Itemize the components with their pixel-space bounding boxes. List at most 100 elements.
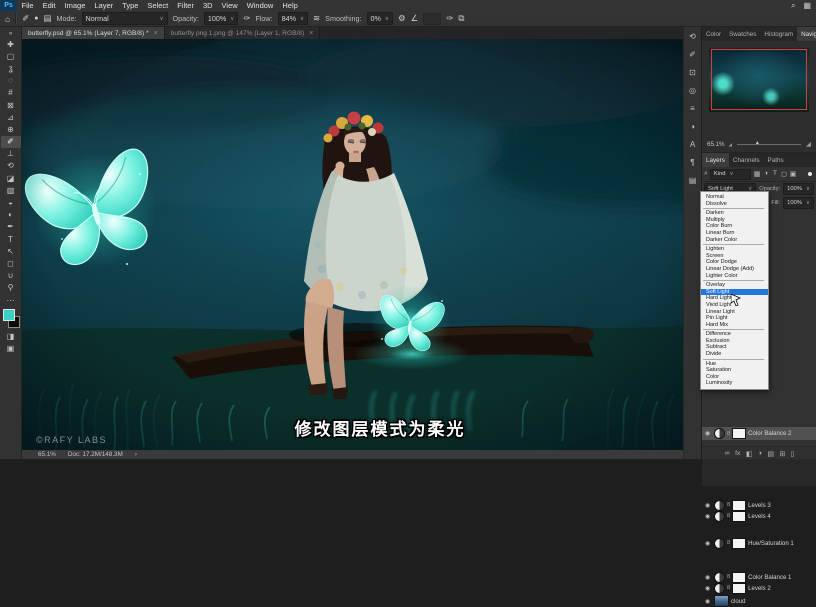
- blend-mode-option[interactable]: Lighter Color: [701, 273, 768, 280]
- blend-mode-option[interactable]: [703, 244, 764, 246]
- brush-preset-picker[interactable]: ●: [34, 15, 38, 22]
- layer-mask-thumbnail[interactable]: [732, 537, 747, 549]
- clone-source-icon[interactable]: ⊡: [686, 67, 700, 78]
- layer-visibility-icon[interactable]: ◉: [705, 574, 712, 581]
- adjustment-layer-icon[interactable]: [714, 510, 725, 522]
- Hue/Saturation 1[interactable]: ◉ 8 Hue/Saturation 1: [702, 537, 816, 549]
- navigator-zoom-value[interactable]: 65.1%: [707, 141, 725, 148]
- symmetry-icon[interactable]: ⧉: [458, 13, 464, 24]
- close-tab-icon[interactable]: ×: [154, 30, 158, 37]
- adjustment-layer-icon[interactable]: [714, 537, 725, 549]
- filter-type-icon[interactable]: T: [771, 170, 779, 178]
- blend-mode-option[interactable]: Saturation: [701, 367, 768, 374]
- path-select-tool[interactable]: ↖: [1, 245, 21, 257]
- workspace-icon[interactable]: ▦: [803, 1, 811, 10]
- shape-tool[interactable]: ◻: [1, 257, 21, 269]
- menu-item[interactable]: Help: [278, 0, 302, 11]
- airbrush-icon[interactable]: ≋: [313, 13, 320, 24]
- blend-mode-option[interactable]: Multiply: [701, 217, 768, 224]
- layer-visibility-icon[interactable]: ◉: [705, 598, 712, 605]
- zoom-out-icon[interactable]: ◢: [729, 142, 732, 148]
- layer-visibility-icon[interactable]: ◉: [705, 585, 712, 592]
- screen-mode-icon[interactable]: ▣: [1, 342, 21, 354]
- new-layer-icon[interactable]: ⊞: [779, 450, 785, 458]
- healing-brush-tool[interactable]: ⊕: [1, 123, 21, 135]
- pressure-opacity-icon[interactable]: ✑: [243, 13, 250, 24]
- history-brush-tool[interactable]: ⟲: [1, 160, 21, 172]
- angle-input[interactable]: [423, 12, 442, 25]
- more-tools[interactable]: ⋯: [1, 294, 21, 306]
- eraser-tool[interactable]: ◪: [1, 172, 21, 184]
- blend-mode-option[interactable]: [703, 280, 764, 282]
- toolbar-collapse-icon[interactable]: »: [1, 29, 21, 38]
- blend-mode-option[interactable]: [703, 208, 764, 210]
- eyedropper-tool[interactable]: ⊿: [1, 111, 21, 123]
- layer-visibility-icon[interactable]: ◉: [705, 502, 712, 509]
- blend-mode-option[interactable]: Lighten: [701, 246, 768, 253]
- blend-mode-option[interactable]: Color Burn: [701, 223, 768, 230]
- smoothing-select[interactable]: 0%: [366, 12, 393, 25]
- menu-item[interactable]: Type: [118, 0, 143, 11]
- document-tab[interactable]: butterfly png 1.png @ 147% (Layer 1, RGB…: [164, 27, 321, 39]
- blend-mode-option[interactable]: Darken: [701, 210, 768, 217]
- layer-mask-thumbnail[interactable]: [732, 571, 747, 583]
- mode-select[interactable]: Normal: [81, 12, 168, 25]
- document-tab[interactable]: butterfly.psd @ 65.1% (Layer 7, RGB/8) *…: [22, 27, 165, 39]
- menu-item[interactable]: Image: [60, 0, 90, 11]
- zoom-slider-thumb[interactable]: ▲: [755, 140, 760, 146]
- panel-tab[interactable]: Color: [702, 27, 725, 41]
- document-canvas[interactable]: ©RAFY LABS 修改图层模式为柔光: [22, 39, 683, 450]
- Levels 2[interactable]: ◉ 8 Levels 2: [702, 582, 816, 594]
- dodge-tool[interactable]: ◐: [1, 209, 21, 221]
- blend-mode-option[interactable]: Normal: [701, 194, 768, 201]
- adjustment-layer-icon[interactable]: [714, 499, 725, 511]
- filter-pixel-icon[interactable]: ▦: [753, 170, 761, 178]
- brush-tool[interactable]: ✐: [0, 135, 21, 148]
- layer-mask-thumbnail[interactable]: [732, 428, 747, 439]
- blend-mode-option[interactable]: Pin Light: [701, 315, 768, 322]
- filter-smart-icon[interactable]: ▣: [789, 170, 797, 178]
- new-adjustment-icon[interactable]: ◑: [758, 450, 762, 457]
- brush-tool-icon[interactable]: ✐: [22, 13, 29, 24]
- type-tool[interactable]: T: [1, 233, 21, 245]
- blend-mode-option[interactable]: Color: [701, 374, 768, 381]
- clone-stamp-tool[interactable]: ⊥: [1, 148, 21, 160]
- navigator-view-box[interactable]: [711, 49, 807, 110]
- zoom-in-icon[interactable]: ◢: [806, 140, 811, 148]
- layer-visibility-icon[interactable]: ◉: [705, 513, 712, 520]
- panel-tab[interactable]: Layers: [702, 153, 729, 167]
- blend-mode-option[interactable]: Linear Dodge (Add): [701, 266, 768, 273]
- frame-tool[interactable]: ⊠: [1, 99, 21, 111]
- filter-kind-select[interactable]: Kind: [709, 168, 751, 180]
- status-arrow-icon[interactable]: ›: [135, 451, 137, 458]
- blend-mode-option[interactable]: [703, 329, 764, 331]
- smoothing-gear-icon[interactable]: ⚙: [398, 13, 406, 24]
- status-zoom[interactable]: 65.1%: [38, 451, 56, 458]
- navigator-thumbnail[interactable]: [709, 48, 809, 112]
- blend-mode-option[interactable]: [703, 358, 764, 360]
- foreground-color-swatch[interactable]: [2, 309, 15, 322]
- blend-mode-option[interactable]: Darker Color: [701, 237, 768, 244]
- menu-item[interactable]: File: [17, 0, 38, 11]
- blend-mode-option[interactable]: Overlay: [701, 282, 768, 289]
- pen-tool[interactable]: ✒: [1, 221, 21, 233]
- menu-item[interactable]: 3D: [198, 0, 217, 11]
- cloud[interactable]: ◉ 8 cloud: [702, 595, 816, 607]
- layer-effects-icon[interactable]: fx: [735, 450, 740, 457]
- delete-layer-icon[interactable]: ▯: [791, 450, 795, 458]
- menu-item[interactable]: Layer: [90, 0, 118, 11]
- menu-item[interactable]: View: [217, 0, 242, 11]
- blend-mode-option[interactable]: Screen: [701, 253, 768, 260]
- quick-selection-tool[interactable]: ◌: [1, 75, 21, 87]
- filter-toggle[interactable]: [808, 172, 812, 176]
- info-icon[interactable]: ≡: [686, 103, 700, 114]
- brush-settings-icon[interactable]: ✐: [686, 49, 700, 60]
- filter-adjustment-icon[interactable]: ◑: [762, 170, 770, 178]
- close-tab-icon[interactable]: ×: [309, 30, 313, 37]
- layer-visibility-icon[interactable]: ◉: [705, 540, 712, 547]
- navigator-zoom-slider[interactable]: ◢ ▲ ◢: [729, 139, 811, 149]
- libraries-icon[interactable]: ▤: [686, 175, 700, 186]
- blend-mode-option[interactable]: Exclusion: [701, 338, 768, 345]
- menu-item[interactable]: Filter: [173, 0, 199, 11]
- panel-tab[interactable]: Navigator: [797, 27, 816, 41]
